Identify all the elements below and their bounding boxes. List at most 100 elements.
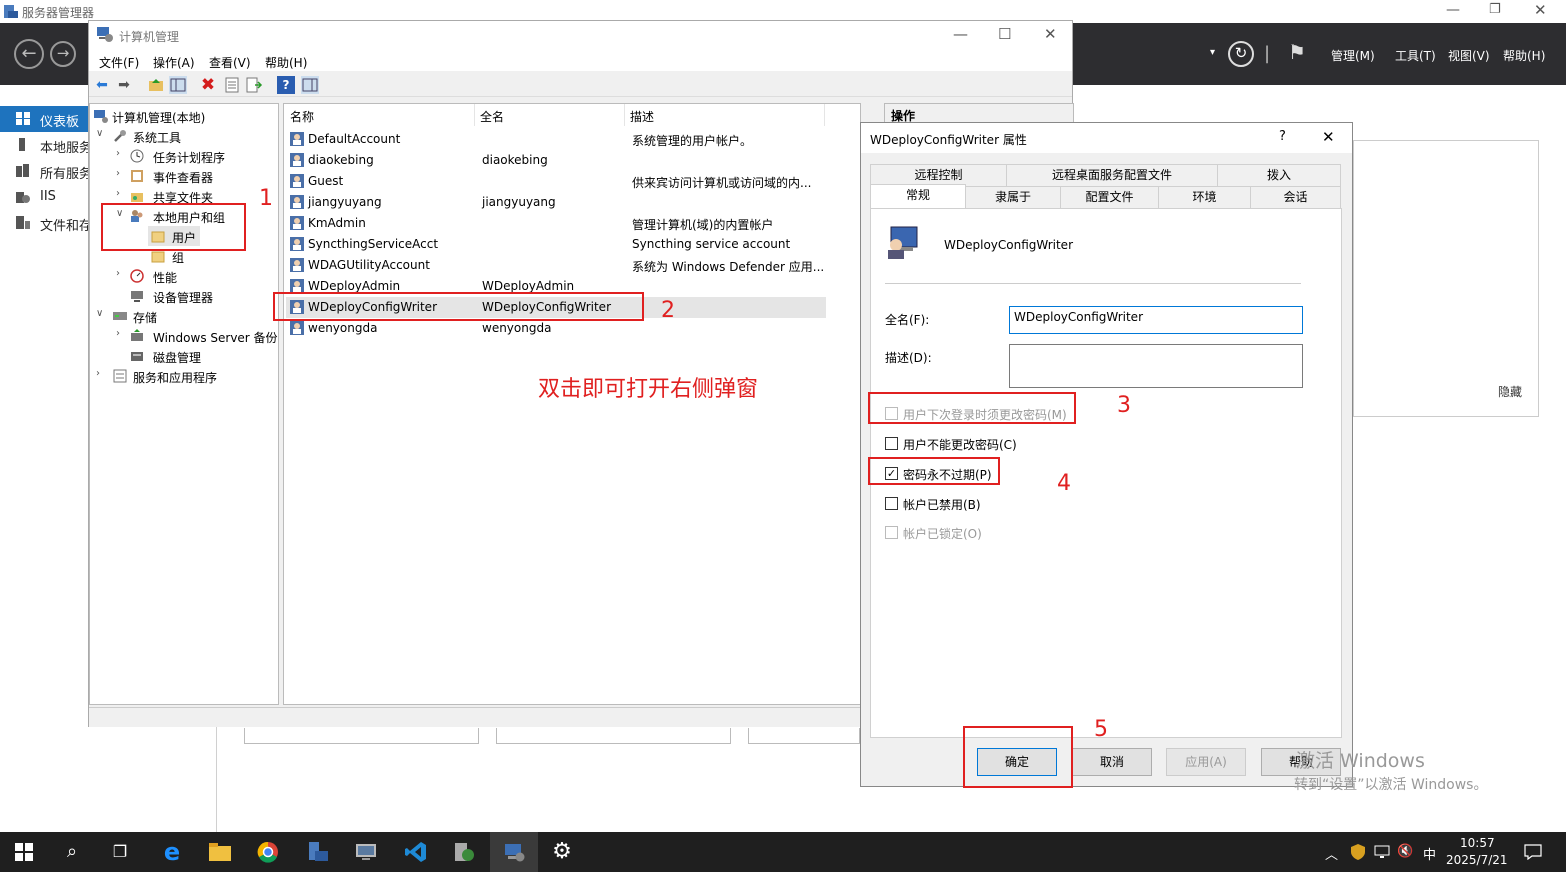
flag-icon[interactable]: ⚑	[1288, 40, 1306, 64]
dropdown-icon[interactable]: ▾	[1210, 47, 1215, 58]
menu-action[interactable]: 操作(A)	[153, 54, 195, 71]
table-row[interactable]: WDAGUtilityAccount 系统为 Windows Defender …	[286, 255, 826, 276]
refresh-icon[interactable]: ↻	[1228, 41, 1254, 67]
tab-rds-profile[interactable]: 远程桌面服务配置文件	[1006, 164, 1218, 186]
apply-button[interactable]: 应用(A)	[1166, 748, 1246, 776]
table-row[interactable]: Guest 供来宾访问计算机或访问域的内...	[286, 171, 826, 192]
table-row[interactable]: DefaultAccount 系统管理的用户帐户。	[286, 129, 826, 150]
maximize-icon[interactable]: ☐	[998, 25, 1011, 43]
clock-time[interactable]: 10:57	[1460, 836, 1495, 850]
table-row[interactable]: KmAdmin 管理计算机(域)的内置帐户	[286, 213, 826, 234]
settings-gear-icon[interactable]: ⚙	[538, 832, 586, 872]
computer-management-icon	[97, 27, 113, 42]
menu-help[interactable]: 帮助(H)	[265, 54, 307, 71]
task-view-icon[interactable]: ❐	[96, 832, 144, 872]
help-icon[interactable]: ?	[1279, 129, 1286, 144]
fullname-label: 全名(F):	[885, 313, 930, 327]
column-header-name[interactable]: 名称	[290, 108, 314, 125]
iis-manager-icon[interactable]	[440, 832, 488, 872]
tab-profile[interactable]: 配置文件	[1060, 186, 1159, 208]
action-pane-header: 操作	[885, 104, 1073, 124]
tab-member-of[interactable]: 隶属于	[965, 186, 1061, 208]
restore-icon[interactable]: ❐	[1489, 2, 1501, 17]
chevron-up-icon[interactable]: ︿	[1325, 844, 1338, 863]
chevron-down-icon[interactable]: ∨	[96, 308, 103, 319]
close-icon[interactable]: ✕	[1322, 128, 1335, 146]
chevron-right-icon[interactable]: ›	[116, 148, 120, 159]
minimize-icon[interactable]: —	[953, 25, 968, 43]
column-header-fullname[interactable]: 全名	[480, 108, 504, 125]
remote-desktop-icon[interactable]	[342, 832, 390, 872]
hide-link[interactable]: 隐藏	[1498, 383, 1522, 400]
ime-indicator[interactable]: 中	[1423, 844, 1436, 863]
description-input[interactable]	[1009, 344, 1303, 388]
forward-icon[interactable]: →	[50, 41, 76, 67]
export-icon[interactable]	[245, 76, 263, 94]
storage-icon	[113, 312, 127, 320]
chrome-icon[interactable]	[244, 832, 292, 872]
computer-management-taskbar-icon[interactable]	[490, 832, 538, 872]
security-shield-icon[interactable]	[1351, 844, 1365, 860]
tab-environment[interactable]: 环境	[1158, 186, 1251, 208]
fullname-input[interactable]: WDeployConfigWriter	[1009, 306, 1303, 334]
delete-icon[interactable]: ✖	[199, 76, 217, 94]
dashboard-icon	[16, 112, 30, 125]
close-icon[interactable]: ✕	[1044, 25, 1057, 43]
divider	[885, 283, 1301, 284]
console-tree: 计算机管理(本地) ∨ 系统工具 › 任务计划程序 › 事件查看器 › 共享文件…	[89, 103, 279, 705]
user-name: DefaultAccount	[308, 132, 401, 146]
network-icon[interactable]	[1374, 845, 1390, 859]
table-row[interactable]: diaokebing diaokebing	[286, 150, 826, 171]
back-icon[interactable]: ←	[14, 39, 44, 69]
menu-manage[interactable]: 管理(M)	[1331, 47, 1375, 64]
tab-sessions[interactable]: 会话	[1250, 186, 1341, 208]
chevron-right-icon[interactable]: ›	[116, 328, 120, 339]
notification-icon[interactable]	[1524, 844, 1542, 860]
volume-muted-icon[interactable]: 🔇	[1397, 844, 1413, 859]
table-row[interactable]: SyncthingServiceAcct Syncthing service a…	[286, 234, 826, 255]
menu-tools[interactable]: 工具(T)	[1395, 47, 1436, 64]
column-header-description[interactable]: 描述	[630, 108, 654, 125]
search-icon[interactable]: ⌕	[48, 832, 96, 872]
forward-arrow-icon[interactable]: ➡	[115, 76, 133, 94]
properties-icon[interactable]	[223, 76, 241, 94]
user-description: 系统管理的用户帐户。	[632, 134, 753, 148]
ie-icon[interactable]: e	[148, 832, 196, 872]
vscode-icon[interactable]	[392, 832, 440, 872]
up-folder-icon[interactable]	[147, 76, 165, 94]
table-row[interactable]: jiangyuyang jiangyuyang	[286, 192, 826, 213]
chevron-right-icon[interactable]: ›	[116, 268, 120, 279]
table-row[interactable]: wenyongda wenyongda	[286, 318, 826, 339]
tab-dial-in[interactable]: 拨入	[1217, 164, 1341, 186]
column-divider[interactable]	[624, 104, 625, 126]
dialog-title: WDeployConfigWriter 属性	[870, 133, 1027, 147]
back-arrow-icon[interactable]: ⬅	[93, 76, 111, 94]
help-icon[interactable]: ?	[277, 76, 295, 94]
menu-view[interactable]: 视图(V)	[1448, 47, 1490, 64]
activation-watermark-hint: 转到“设置”以激活 Windows。	[1294, 777, 1488, 793]
tab-general[interactable]: 常规	[870, 184, 966, 208]
server-manager-taskbar-icon[interactable]	[294, 832, 342, 872]
tab-remote-control[interactable]: 远程控制	[870, 164, 1007, 186]
minimize-icon[interactable]: —	[1446, 2, 1460, 18]
user-avatar-icon	[888, 226, 918, 259]
start-button[interactable]	[0, 832, 48, 872]
show-tree-icon[interactable]	[169, 76, 187, 94]
show-action-pane-icon[interactable]	[301, 76, 319, 94]
menu-view[interactable]: 查看(V)	[209, 54, 251, 71]
chevron-right-icon[interactable]: ›	[116, 168, 120, 179]
column-divider[interactable]	[474, 104, 475, 126]
chevron-right-icon[interactable]: ›	[96, 368, 100, 379]
chevron-down-icon[interactable]: ∨	[96, 128, 103, 139]
menu-help[interactable]: 帮助(H)	[1503, 47, 1545, 64]
cancel-button[interactable]: 取消	[1072, 748, 1152, 776]
user-icon	[290, 216, 304, 230]
clock-date[interactable]: 2025/7/21	[1446, 853, 1508, 867]
close-icon[interactable]: ✕	[1534, 1, 1547, 19]
menu-file[interactable]: 文件(F)	[99, 54, 139, 71]
file-explorer-icon[interactable]	[196, 832, 244, 872]
dashboard-tile-bottom	[496, 728, 731, 744]
column-divider[interactable]	[824, 104, 825, 126]
user-icon	[290, 195, 304, 209]
chevron-right-icon[interactable]: ›	[116, 188, 120, 199]
